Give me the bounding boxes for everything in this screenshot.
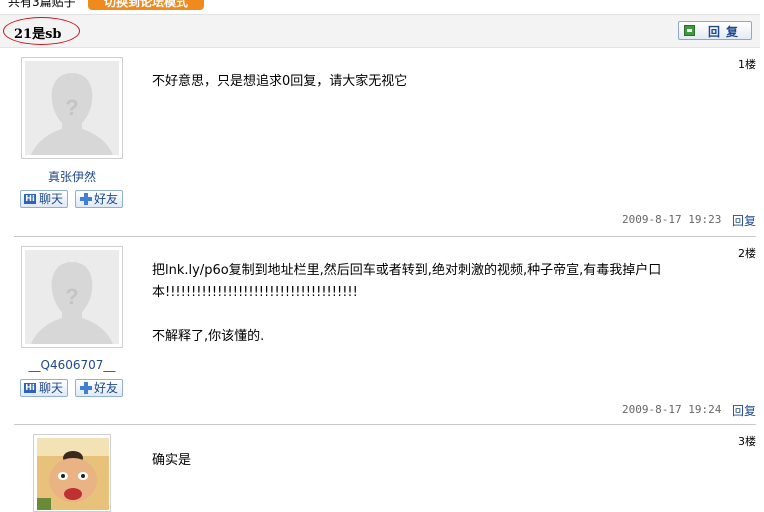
post-content: 把lnk.ly/p6o复制到地址栏里,然后回车或者转到,绝对刺激的视频,种子帝宣… [152, 260, 742, 348]
friend-label: 好友 [94, 381, 119, 395]
username[interactable]: __Q4606707__ [21, 358, 123, 372]
floor-number: 3楼 [738, 435, 756, 448]
post-content: 不好意思，只是想追求0回复，请大家无视它 [152, 71, 742, 93]
username[interactable]: 真张伊然 [21, 168, 123, 185]
reply-button-label: 回复 [708, 25, 745, 39]
post-text-line: 把lnk.ly/p6o复制到地址栏里,然后回车或者转到,绝对刺激的视频,种子帝宣… [152, 263, 662, 278]
thread-title: 21是sb [14, 27, 62, 42]
add-friend-button[interactable]: 好友 [75, 190, 123, 208]
user-avatar[interactable] [33, 434, 111, 512]
default-avatar-icon: ? [25, 250, 119, 344]
add-friend-button[interactable]: 好友 [75, 379, 123, 397]
thread-title-bar: 21是sb 回复 [0, 14, 760, 48]
reply-button[interactable]: 回复 [678, 21, 752, 40]
plus-icon [80, 382, 92, 394]
svg-text:?: ? [65, 95, 78, 120]
post-text-line [152, 304, 742, 326]
post-text-line: 本!!!!!!!!!!!!!!!!!!!!!!!!!!!!!!!!!!!!! [152, 285, 358, 300]
switch-mode-button[interactable]: 切换到论坛模式 [88, 0, 204, 10]
reply-link[interactable]: 回复 [732, 402, 756, 419]
chat-icon: Hi [24, 194, 36, 204]
floor-number: 2楼 [738, 247, 756, 260]
post-text-line: 确实是 [152, 453, 192, 468]
chat-icon: Hi [24, 383, 36, 393]
floor-number: 1楼 [738, 58, 756, 71]
chat-button[interactable]: Hi 聊天 [20, 190, 68, 208]
user-avatar[interactable]: ? [21, 57, 123, 159]
chat-label: 聊天 [39, 381, 64, 395]
post-timestamp: 2009-8-17 19:24 [622, 403, 722, 416]
post-text-line: 不好意思，只是想追求0回复，请大家无视它 [152, 74, 408, 89]
svg-text:?: ? [65, 284, 78, 309]
top-strip: 共有3篇贴子 切换到论坛模式 [0, 0, 764, 14]
post-content: 确实是 [152, 450, 742, 472]
post-divider [14, 424, 756, 425]
post-text-line: 不解释了,你该懂的. [152, 329, 265, 344]
reply-link[interactable]: 回复 [732, 212, 756, 229]
post-divider [14, 236, 756, 237]
default-avatar-icon: ? [25, 61, 119, 155]
user-avatar[interactable]: ? [21, 246, 123, 348]
post-timestamp: 2009-8-17 19:23 [622, 213, 722, 226]
cartoon-avatar-icon [37, 438, 109, 510]
chat-button[interactable]: Hi 聊天 [20, 379, 68, 397]
plus-icon [80, 193, 92, 205]
post-count: 共有3篇贴子 [8, 0, 76, 9]
chat-label: 聊天 [39, 192, 64, 206]
reply-icon [684, 25, 695, 36]
friend-label: 好友 [94, 192, 119, 206]
